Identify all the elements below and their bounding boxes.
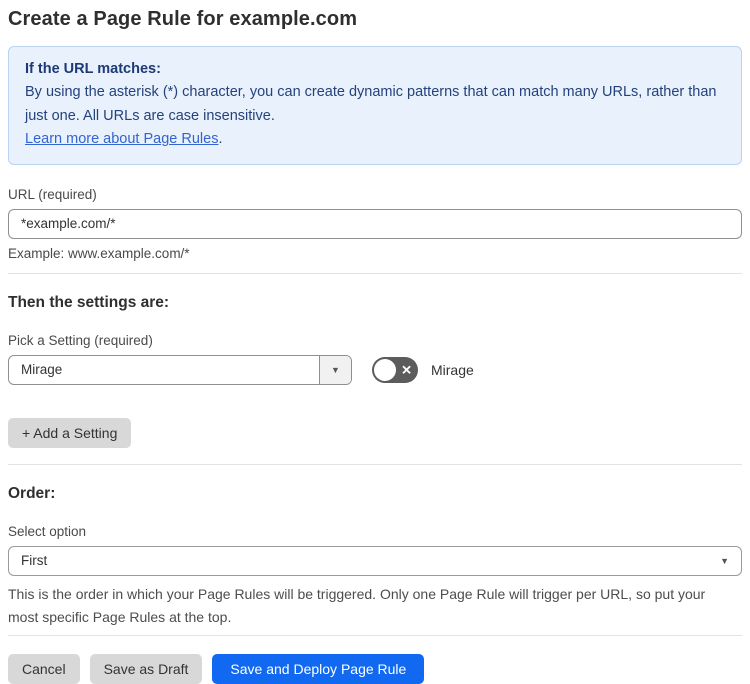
page-title: Create a Page Rule for example.com xyxy=(8,8,358,30)
info-box-heading: If the URL matches: xyxy=(25,61,161,77)
order-select[interactable]: First ▼ xyxy=(8,545,742,576)
add-setting-button[interactable]: + Add a Setting xyxy=(8,417,132,448)
setting-row: Mirage ▼ ✕ Mirage xyxy=(8,354,742,385)
settings-section-heading: Then the settings are: xyxy=(8,293,170,311)
section-divider xyxy=(8,272,742,274)
footer-actions: Cancel Save as Draft Save and Deploy Pag… xyxy=(8,654,742,684)
toggle-knob xyxy=(374,358,396,381)
link-suffix: . xyxy=(218,131,223,148)
url-field-label: URL (required) xyxy=(8,186,97,202)
toggle-off-x-icon: ✕ xyxy=(401,362,412,378)
learn-more-link[interactable]: Learn more about Page Rules xyxy=(25,131,218,147)
order-section-heading: Order: xyxy=(8,484,56,502)
chevron-down-icon: ▼ xyxy=(720,555,729,566)
url-input[interactable] xyxy=(8,208,742,239)
url-match-info-box: If the URL matches: By using the asteris… xyxy=(8,46,742,165)
save-and-deploy-button[interactable]: Save and Deploy Page Rule xyxy=(212,654,425,684)
chevron-down-icon[interactable]: ▼ xyxy=(319,355,351,384)
info-box-body: By using the asterisk (*) character, you… xyxy=(25,84,717,124)
order-helper-text: This is the order in which your Page Rul… xyxy=(8,585,706,625)
setting-select-value: Mirage xyxy=(21,362,63,378)
mirage-toggle[interactable]: ✕ xyxy=(372,356,418,383)
setting-select[interactable]: Mirage ▼ xyxy=(8,354,352,385)
cancel-button[interactable]: Cancel xyxy=(8,654,80,684)
info-box-link-line: Learn more about Page Rules. xyxy=(25,128,725,151)
save-as-draft-button[interactable]: Save as Draft xyxy=(89,654,203,684)
url-field-helper: Example: www.example.com/* xyxy=(8,245,190,261)
order-select-value: First xyxy=(21,553,48,569)
section-divider xyxy=(8,463,742,465)
footer-divider xyxy=(8,635,742,637)
pick-setting-label: Pick a Setting (required) xyxy=(8,332,153,348)
order-select-label: Select option xyxy=(8,523,87,539)
toggle-label: Mirage xyxy=(431,361,474,378)
